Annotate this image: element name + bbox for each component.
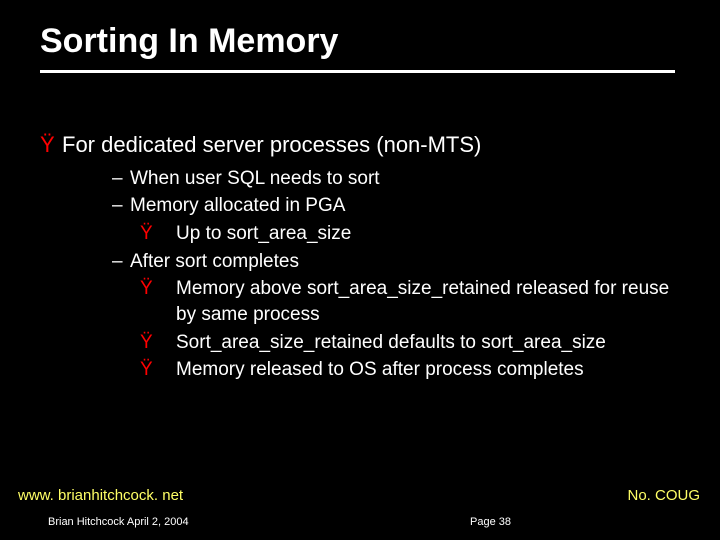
slide-body: ŸFor dedicated server processes (non-MTS… bbox=[40, 130, 680, 385]
bullet-level2: –After sort completes bbox=[112, 249, 680, 275]
bullet-text: When user SQL needs to sort bbox=[130, 168, 380, 189]
bullet-level3: ŸUp to sort_area_size bbox=[158, 221, 680, 247]
bullet-icon: Ÿ bbox=[158, 276, 176, 302]
bullet-level3: ŸSort_area_size_retained defaults to sor… bbox=[158, 330, 680, 356]
footer-author: Brian Hitchcock April 2, 2004 bbox=[48, 516, 189, 528]
bullet-icon: Ÿ bbox=[40, 130, 62, 160]
bullet-level1: ŸFor dedicated server processes (non-MTS… bbox=[40, 130, 680, 160]
slide-title: Sorting In Memory bbox=[40, 22, 338, 61]
slide: Sorting In Memory ŸFor dedicated server … bbox=[0, 0, 720, 540]
bullet-level2: –When user SQL needs to sort bbox=[112, 166, 680, 192]
bullet-level3: ŸMemory above sort_area_size_retained re… bbox=[158, 276, 680, 327]
dash-icon: – bbox=[112, 166, 130, 192]
bullet-icon: Ÿ bbox=[158, 221, 176, 247]
dash-icon: – bbox=[112, 249, 130, 275]
bullet-icon: Ÿ bbox=[158, 357, 176, 383]
title-underline bbox=[40, 70, 675, 73]
bullet-text: Sort_area_size_retained defaults to sort… bbox=[176, 332, 606, 353]
footer-org: No. COUG bbox=[627, 487, 700, 504]
bullet-level3: ŸMemory released to OS after process com… bbox=[158, 357, 680, 383]
bullet-text: For dedicated server processes (non-MTS) bbox=[62, 132, 481, 157]
bullet-level2: –Memory allocated in PGA bbox=[112, 193, 680, 219]
bullet-text: Memory allocated in PGA bbox=[130, 195, 345, 216]
bullet-text: After sort completes bbox=[130, 251, 299, 272]
bullet-text: Up to sort_area_size bbox=[176, 223, 351, 244]
dash-icon: – bbox=[112, 193, 130, 219]
bullet-icon: Ÿ bbox=[158, 330, 176, 356]
footer-page: Page 38 bbox=[470, 516, 511, 528]
bullet-text: Memory released to OS after process comp… bbox=[176, 359, 584, 380]
footer-url: www. brianhitchcock. net bbox=[18, 487, 183, 504]
bullet-text: Memory above sort_area_size_retained rel… bbox=[176, 278, 669, 325]
